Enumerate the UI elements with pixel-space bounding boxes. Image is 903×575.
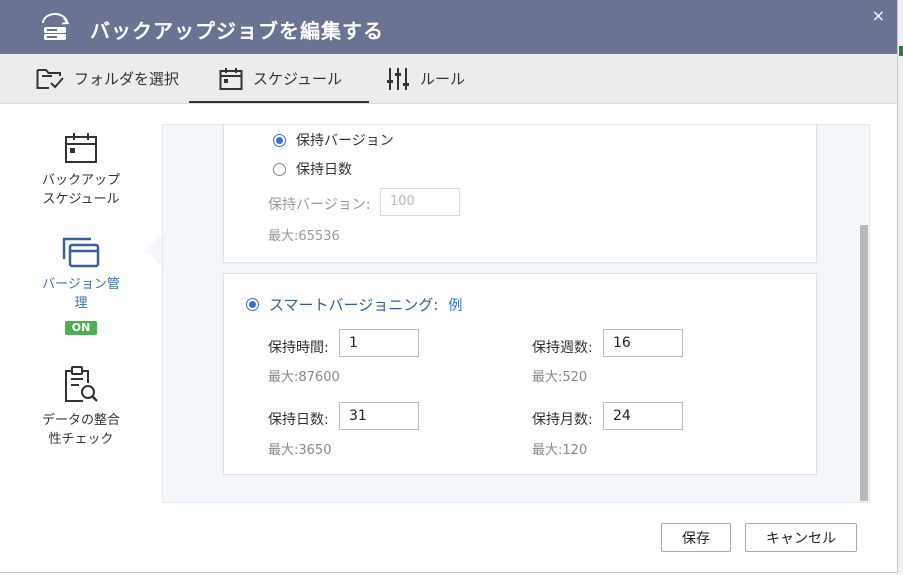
- tab-label: スケジュール: [253, 70, 342, 88]
- keep-months-max: 最大:120: [532, 443, 588, 458]
- dialog-title: バックアップジョブを編集する: [90, 19, 384, 43]
- keep-months-label: 保持月数:: [532, 412, 593, 428]
- calendar-icon: [65, 133, 97, 163]
- tab-select-folder[interactable]: フォルダを選択: [36, 54, 179, 103]
- keep-versions-max: 最大:65536: [268, 229, 340, 244]
- keep-hours-max: 最大:87600: [268, 370, 340, 385]
- radio-keep-days[interactable]: 保持日数: [273, 159, 352, 179]
- scrollbar-thumb[interactable]: [860, 225, 868, 501]
- smart-versioning-card: スマートバージョニング: 例 保持時間: 1 最大:87600 保持週数: 16…: [223, 273, 817, 475]
- sidebar-item-label: スケジュール: [42, 192, 120, 207]
- status-badge: ON: [64, 321, 98, 335]
- radio-label: 保持バージョン: [296, 133, 394, 149]
- versions-icon: [62, 237, 100, 268]
- radio-button[interactable]: [246, 298, 259, 311]
- tab-schedule[interactable]: スケジュール: [189, 54, 369, 103]
- keep-weeks-label: 保持週数:: [532, 340, 593, 356]
- tab-rules[interactable]: ルール: [386, 54, 465, 103]
- sidebar-item-label: バージョン管: [42, 277, 120, 292]
- keep-months-input[interactable]: 24: [603, 402, 683, 430]
- tab-bar: フォルダを選択 スケジュール ルール: [0, 54, 897, 104]
- sidebar-item-data-integrity-check[interactable]: データの整合 性チェック: [0, 365, 162, 449]
- sidebar-item-version-management[interactable]: バージョン管 理 ON: [0, 235, 162, 337]
- smart-versioning-option[interactable]: スマートバージョニング: 例: [246, 294, 462, 315]
- smart-versioning-label: スマートバージョニング:: [269, 296, 439, 314]
- folder-check-icon: [36, 68, 64, 89]
- calendar-icon: [219, 67, 243, 90]
- sidebar-item-label: データの整合: [41, 413, 120, 428]
- radio-button[interactable]: [273, 133, 286, 147]
- backup-app-icon: [42, 13, 70, 40]
- sliders-icon: [387, 67, 409, 90]
- keep-days-label: 保持日数:: [268, 412, 329, 428]
- background-accent: [899, 46, 903, 56]
- tab-label: フォルダを選択: [74, 70, 180, 88]
- radio-label: 保持日数: [296, 162, 352, 178]
- sidebar-item-label: バックアップ: [41, 173, 120, 188]
- clipboard-search-icon: [65, 366, 98, 402]
- radio-button[interactable]: [273, 162, 286, 176]
- sidebar-item-label: 理: [74, 296, 88, 311]
- sidebar-item-backup-schedule[interactable]: バックアップ スケジュール: [0, 131, 162, 209]
- keep-hours-label: 保持時間:: [268, 340, 329, 356]
- edit-backup-job-dialog: バックアップジョブを編集する × フォルダを選択 スケジュール ルール バックア…: [0, 0, 898, 573]
- keep-versions-label: 保持バージョン:: [268, 197, 371, 213]
- keep-days-input[interactable]: 31: [339, 402, 419, 430]
- simple-versioning-card: 保持バージョン 保持日数 保持バージョン: 100 最大:65536: [223, 125, 817, 263]
- active-item-pointer: [146, 234, 163, 268]
- keep-weeks-input[interactable]: 16: [603, 329, 683, 357]
- version-management-panel: 保持バージョン 保持日数 保持バージョン: 100 最大:65536 スマートバ…: [162, 124, 870, 503]
- sidebar-item-label: 性チェック: [48, 432, 114, 447]
- settings-sidebar: バックアップ スケジュール バージョン管 理 ON データの整合 性チェック: [0, 103, 162, 503]
- cancel-button[interactable]: キャンセル: [745, 523, 857, 552]
- keep-days-max: 最大:3650: [268, 443, 332, 458]
- keep-hours-input[interactable]: 1: [339, 329, 419, 357]
- keep-weeks-max: 最大:520: [532, 370, 588, 385]
- radio-keep-versions[interactable]: 保持バージョン: [273, 130, 394, 150]
- close-icon[interactable]: ×: [872, 6, 885, 25]
- example-link[interactable]: 例: [448, 295, 462, 315]
- title-bar: バックアップジョブを編集する ×: [0, 0, 897, 54]
- save-button[interactable]: 保存: [661, 523, 731, 552]
- keep-versions-input[interactable]: 100: [380, 188, 460, 216]
- tab-label: ルール: [420, 70, 466, 88]
